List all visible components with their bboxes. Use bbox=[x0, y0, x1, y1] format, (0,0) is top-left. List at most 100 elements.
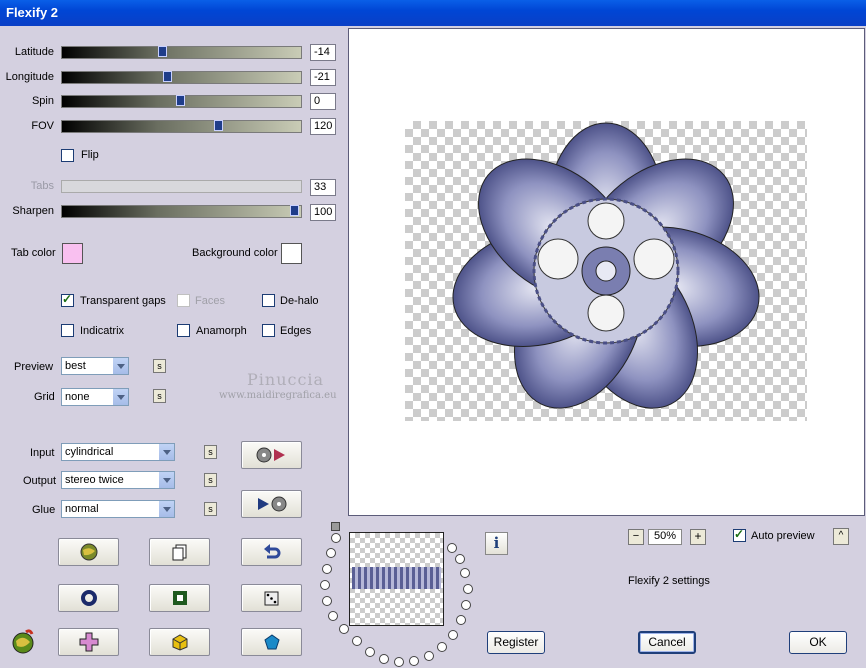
main-preview[interactable] bbox=[348, 28, 865, 516]
thumbnail-handle[interactable] bbox=[331, 522, 340, 531]
glue-select[interactable]: normal bbox=[61, 500, 175, 518]
sharpen-slider[interactable] bbox=[61, 205, 302, 218]
copy-button[interactable] bbox=[149, 538, 210, 566]
preview-select[interactable]: best bbox=[61, 357, 129, 375]
disc-to-right-button[interactable] bbox=[241, 441, 302, 469]
chevron-down-icon[interactable] bbox=[158, 444, 174, 460]
output-label: Output bbox=[23, 475, 57, 487]
indicatrix-checkbox[interactable] bbox=[61, 324, 74, 337]
ring-button[interactable] bbox=[58, 584, 119, 612]
latitude-value[interactable]: -14 bbox=[310, 44, 336, 61]
transparent-gaps-checkbox[interactable] bbox=[61, 292, 74, 307]
grid-label: Grid bbox=[34, 391, 55, 403]
register-button[interactable]: Register bbox=[487, 631, 545, 654]
flexify-logo-icon bbox=[12, 629, 34, 654]
latitude-slider[interactable] bbox=[61, 46, 302, 59]
nav-dot[interactable] bbox=[456, 615, 466, 625]
slider-thumb[interactable] bbox=[290, 205, 299, 216]
de-halo-checkbox[interactable] bbox=[262, 294, 275, 307]
square-button[interactable] bbox=[149, 584, 210, 612]
nav-dot[interactable] bbox=[352, 636, 362, 646]
nav-dot[interactable] bbox=[322, 596, 332, 606]
nav-dot[interactable] bbox=[463, 584, 473, 594]
output-select[interactable]: stereo twice bbox=[61, 471, 175, 489]
nav-dot[interactable] bbox=[460, 568, 470, 578]
spin-value[interactable]: 0 bbox=[310, 93, 336, 110]
nav-dot[interactable] bbox=[331, 533, 341, 543]
slider-thumb[interactable] bbox=[176, 95, 185, 106]
longitude-value[interactable]: -21 bbox=[310, 69, 336, 86]
output-s-button[interactable]: s bbox=[204, 473, 217, 487]
zoom-in-button[interactable]: + bbox=[690, 529, 706, 545]
nav-dot[interactable] bbox=[447, 543, 457, 553]
collapse-button[interactable]: ^ bbox=[833, 528, 849, 545]
preview-s-button[interactable]: s bbox=[153, 359, 166, 373]
nav-dot[interactable] bbox=[424, 651, 434, 661]
info-button[interactable]: i bbox=[485, 532, 508, 555]
chevron-down-icon[interactable] bbox=[158, 472, 174, 488]
undo-button[interactable] bbox=[241, 538, 302, 566]
nav-dot[interactable] bbox=[326, 548, 336, 558]
nav-dot[interactable] bbox=[320, 580, 330, 590]
zoom-out-button[interactable]: − bbox=[628, 529, 644, 545]
ok-button[interactable]: OK bbox=[789, 631, 847, 654]
sharpen-value[interactable]: 100 bbox=[310, 204, 336, 221]
auto-preview-checkbox[interactable] bbox=[733, 527, 746, 542]
fov-value[interactable]: 120 bbox=[310, 118, 336, 135]
settings-text: Flexify 2 settings bbox=[628, 575, 710, 587]
input-select[interactable]: cylindrical bbox=[61, 443, 175, 461]
nav-dot[interactable] bbox=[461, 600, 471, 610]
cube-icon bbox=[172, 634, 187, 651]
nav-dot[interactable] bbox=[448, 630, 458, 640]
chevron-down-icon[interactable] bbox=[158, 501, 174, 517]
background-color-swatch[interactable] bbox=[281, 243, 302, 264]
tab-color-swatch[interactable] bbox=[62, 243, 83, 264]
glue-s-button[interactable]: s bbox=[204, 502, 217, 516]
anamorph-checkbox[interactable] bbox=[177, 324, 190, 337]
transparent-gaps-label: Transparent gaps bbox=[80, 295, 166, 307]
chevron-down-icon[interactable] bbox=[112, 389, 128, 405]
grid-s-button[interactable]: s bbox=[153, 389, 166, 403]
cross-button[interactable] bbox=[58, 628, 119, 656]
tabs-value[interactable]: 33 bbox=[310, 179, 336, 196]
nav-dot[interactable] bbox=[322, 564, 332, 574]
zoom-value[interactable]: 50% bbox=[648, 529, 682, 545]
nav-dot[interactable] bbox=[455, 554, 465, 564]
edges-label: Edges bbox=[280, 325, 312, 337]
random-button[interactable] bbox=[241, 584, 302, 612]
nav-dot[interactable] bbox=[437, 642, 447, 652]
faces-checkbox[interactable] bbox=[177, 294, 190, 307]
slider-thumb[interactable] bbox=[163, 71, 172, 82]
input-select-value: cylindrical bbox=[65, 446, 114, 458]
pentagon-button[interactable] bbox=[241, 628, 302, 656]
undo-icon bbox=[263, 544, 280, 559]
slider-thumb[interactable] bbox=[214, 120, 223, 131]
nav-dot[interactable] bbox=[328, 611, 338, 621]
sharpen-label: Sharpen bbox=[12, 205, 54, 217]
preview-canvas[interactable] bbox=[405, 121, 807, 421]
grid-select[interactable]: none bbox=[61, 388, 129, 406]
nav-dot[interactable] bbox=[339, 624, 349, 634]
flip-checkbox[interactable] bbox=[61, 149, 74, 162]
nav-dot[interactable] bbox=[394, 657, 404, 667]
longitude-slider[interactable] bbox=[61, 71, 302, 84]
slider-thumb[interactable] bbox=[158, 46, 167, 57]
input-label: Input bbox=[30, 447, 55, 459]
cancel-button[interactable]: Cancel bbox=[638, 631, 696, 654]
nav-dot[interactable] bbox=[409, 656, 419, 666]
tabs-slider[interactable] bbox=[61, 180, 302, 193]
chevron-down-icon[interactable] bbox=[112, 358, 128, 374]
nav-dot[interactable] bbox=[379, 654, 389, 664]
watermark-name: Pinuccia bbox=[247, 370, 325, 389]
cube-button[interactable] bbox=[149, 628, 210, 656]
input-s-button[interactable]: s bbox=[204, 445, 217, 459]
flower-image bbox=[452, 122, 760, 409]
navigator-thumbnail[interactable] bbox=[349, 532, 444, 626]
edges-checkbox[interactable] bbox=[262, 324, 275, 337]
fov-slider[interactable] bbox=[61, 120, 302, 133]
spin-slider[interactable] bbox=[61, 95, 302, 108]
arrow-to-disc-button[interactable] bbox=[241, 490, 302, 518]
nav-dot[interactable] bbox=[365, 647, 375, 657]
ring-icon bbox=[80, 590, 97, 606]
globe-button[interactable] bbox=[58, 538, 119, 566]
